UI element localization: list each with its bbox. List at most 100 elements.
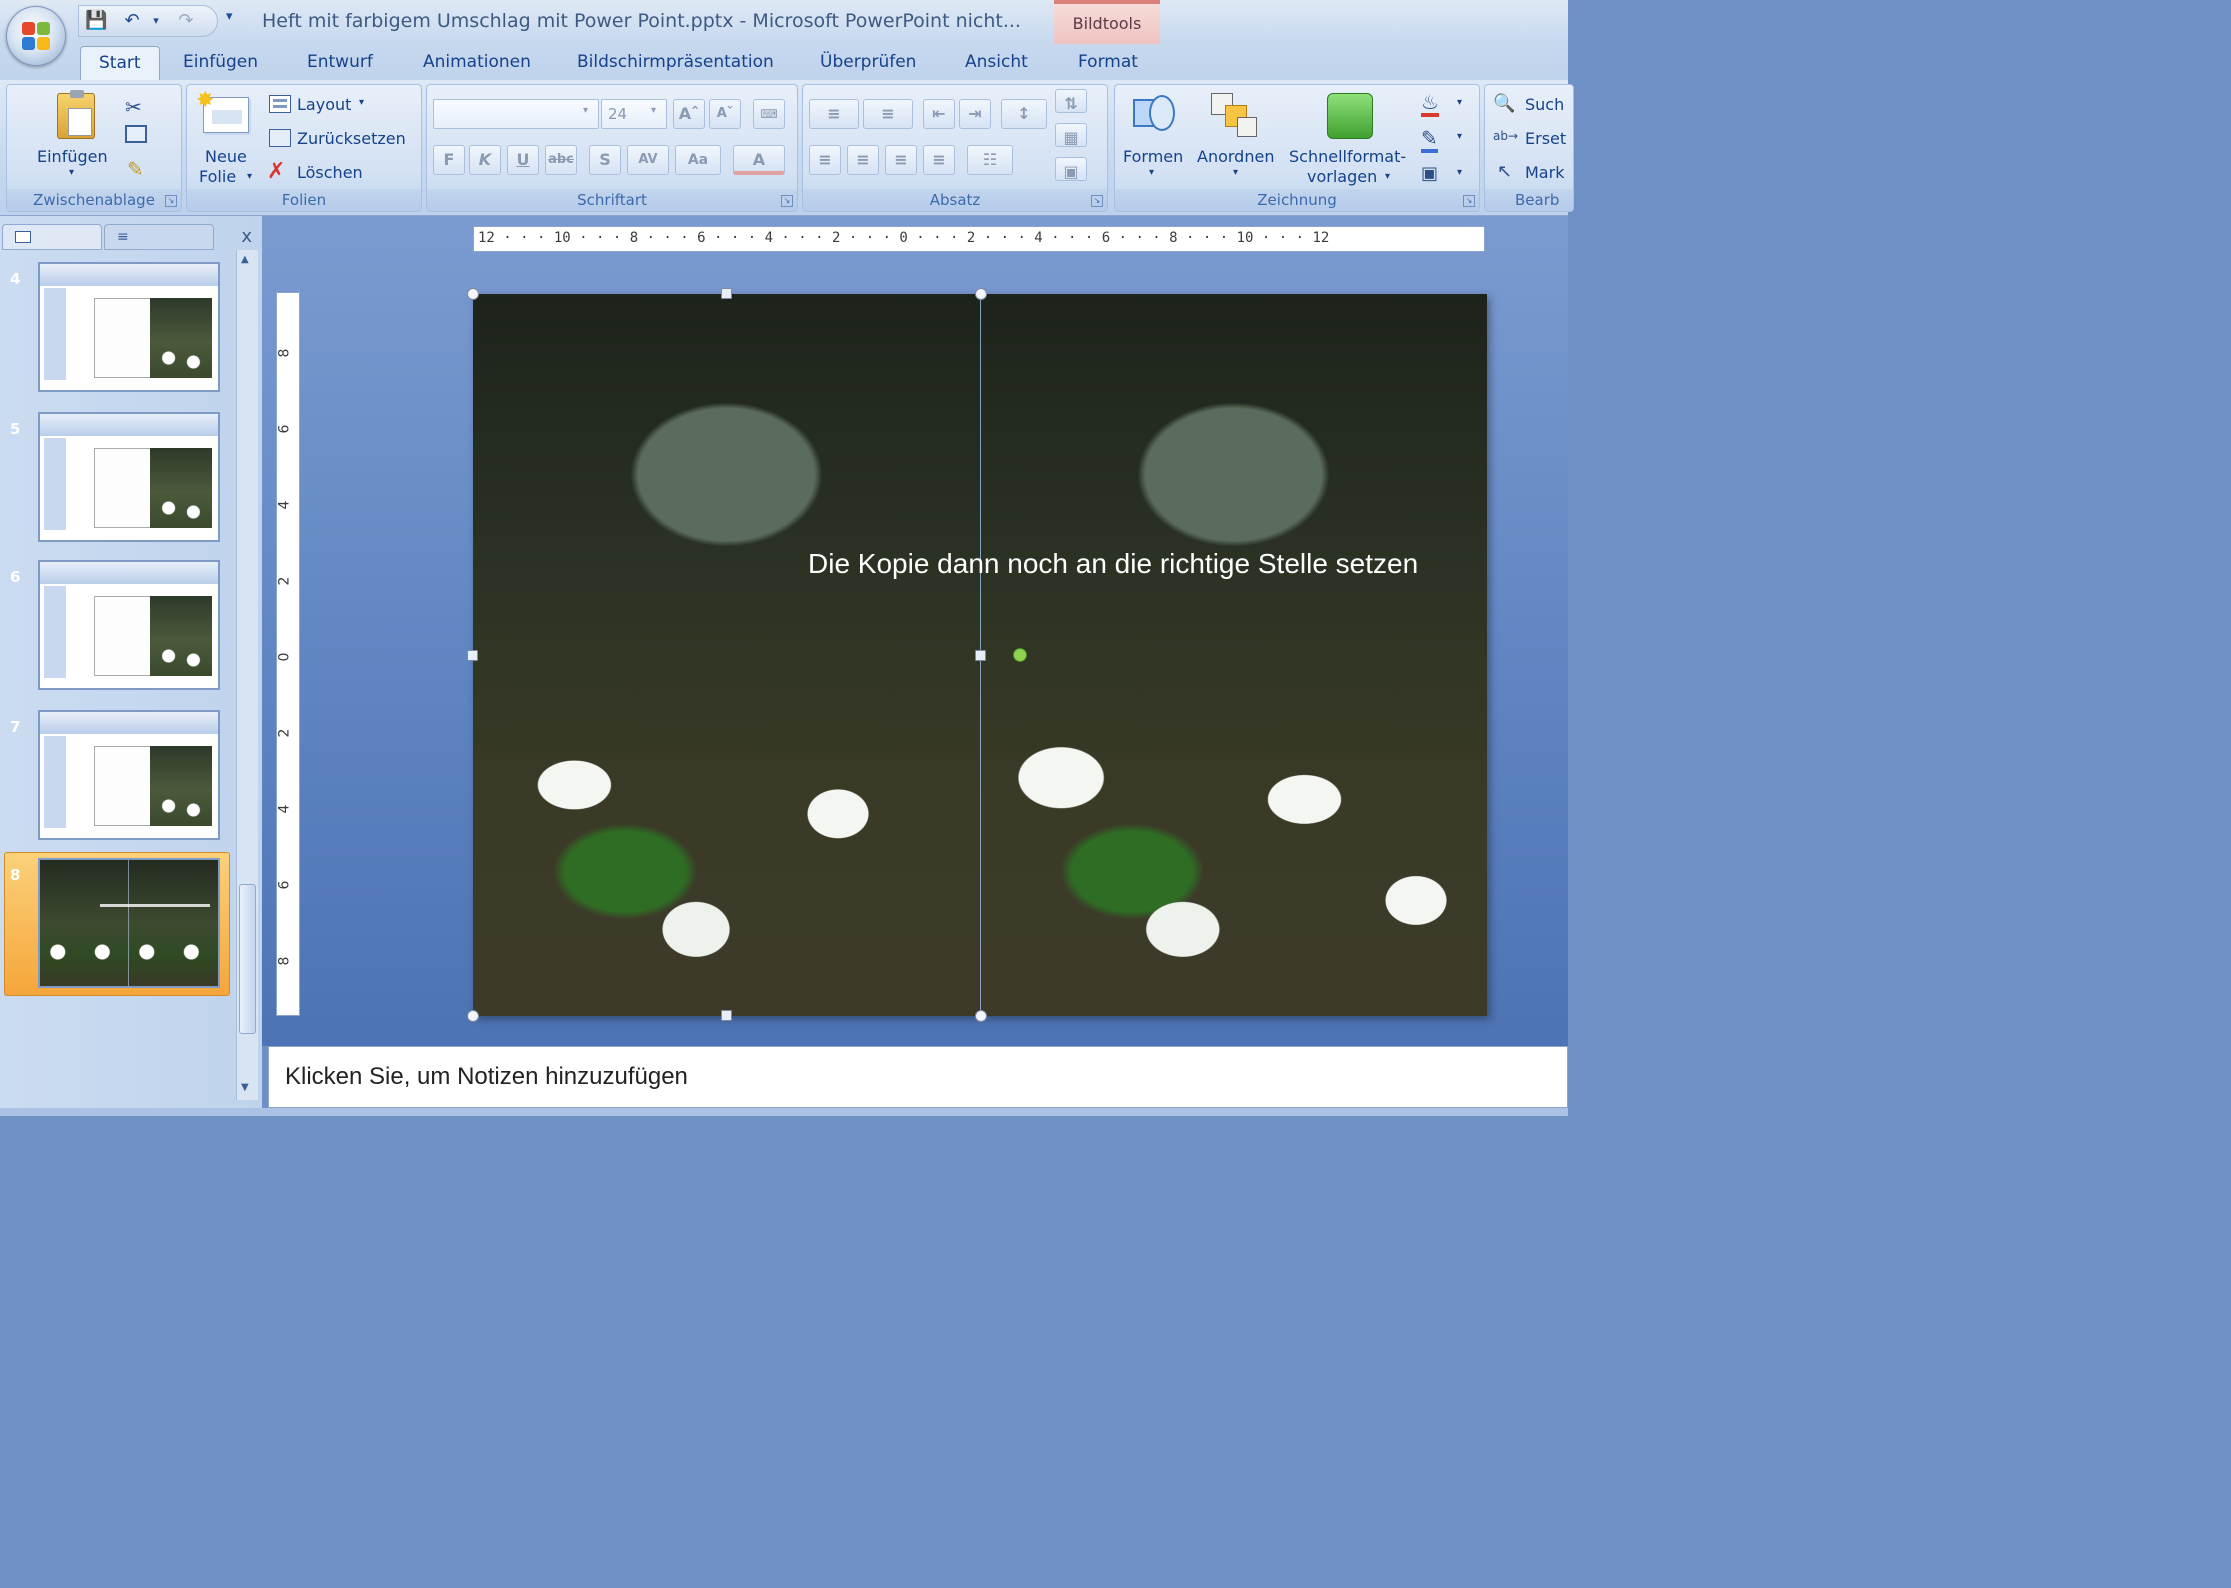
find-button[interactable]: Such <box>1525 95 1564 114</box>
strikethrough-button[interactable]: abc <box>545 145 577 175</box>
notes-pane[interactable]: Klicken Sie, um Notizen hinzuzufügen <box>268 1046 1568 1108</box>
shape-outline-icon[interactable]: ✎ <box>1421 127 1438 153</box>
shape-effects-dropdown-icon[interactable]: ▾ <box>1457 167 1462 178</box>
numbering-icon[interactable]: ≡ <box>863 99 913 129</box>
paste-dropdown-icon[interactable]: ▾ <box>69 167 74 178</box>
justify-icon[interactable]: ≡ <box>923 145 955 175</box>
bullets-icon[interactable]: ≡ <box>809 99 859 129</box>
slide-thumbnail[interactable] <box>38 262 220 392</box>
clipboard-launcher-icon[interactable]: ↘ <box>165 195 177 207</box>
replace-icon[interactable]: ab→ <box>1493 129 1518 143</box>
quick-styles-dropdown-icon[interactable]: ▾ <box>1385 171 1390 182</box>
character-spacing-button[interactable]: AV <box>627 145 669 175</box>
bold-button[interactable]: F <box>433 145 465 175</box>
tab-ansicht[interactable]: Ansicht <box>965 52 1028 72</box>
shrink-font-icon[interactable]: Aˇ <box>709 99 741 129</box>
smartart-icon[interactable]: ▣ <box>1055 157 1087 181</box>
shapes-icon[interactable] <box>1133 95 1177 135</box>
clear-formatting-icon[interactable]: ⌨ <box>753 99 785 129</box>
customize-qat-icon[interactable]: ▾ <box>226 9 233 24</box>
scroll-down-icon[interactable]: ▼ <box>241 1082 249 1093</box>
layout-dropdown-icon[interactable]: ▾ <box>359 97 364 108</box>
decrease-indent-icon[interactable]: ⇤ <box>923 99 955 129</box>
tab-entwurf[interactable]: Entwurf <box>307 52 373 72</box>
tab-ueberpruefen[interactable]: Überprüfen <box>820 52 916 72</box>
copy-icon[interactable] <box>125 125 147 143</box>
resize-handle[interactable] <box>975 650 986 661</box>
increase-indent-icon[interactable]: ⇥ <box>959 99 991 129</box>
shapes-dropdown-icon[interactable]: ▾ <box>1149 167 1154 178</box>
resize-handle[interactable] <box>721 288 732 299</box>
shape-outline-dropdown-icon[interactable]: ▾ <box>1457 131 1462 142</box>
slides-pane-scrollbar[interactable]: ▲ ▼ <box>236 250 258 1100</box>
shape-fill-icon[interactable]: ♨ <box>1421 91 1439 117</box>
paste-icon[interactable] <box>57 90 95 139</box>
tab-einfuegen[interactable]: Einfügen <box>183 52 258 72</box>
underline-button[interactable]: U <box>507 145 539 175</box>
format-painter-icon[interactable]: ✎ <box>127 157 144 181</box>
columns-icon[interactable]: ☷ <box>967 145 1013 175</box>
font-size-dropdown-icon[interactable]: ▾ <box>651 105 656 116</box>
office-button[interactable] <box>6 6 66 66</box>
shadow-button[interactable]: S <box>589 145 621 175</box>
font-launcher-icon[interactable]: ↘ <box>781 195 793 207</box>
shape-effects-icon[interactable]: ▣ <box>1421 163 1438 184</box>
select-icon[interactable]: ↖ <box>1497 161 1512 182</box>
quick-styles-icon[interactable] <box>1327 93 1373 139</box>
shape-fill-dropdown-icon[interactable]: ▾ <box>1457 97 1462 108</box>
font-name-combo[interactable] <box>433 99 599 129</box>
quick-styles-label-1[interactable]: Schnellformat- <box>1289 147 1406 166</box>
resize-handle[interactable] <box>975 288 987 300</box>
new-slide-label-1[interactable]: Neue <box>205 147 247 166</box>
slide-thumbnail[interactable] <box>38 412 220 542</box>
quick-styles-label-2[interactable]: vorlagen <box>1307 167 1377 186</box>
tab-bildschirmpraesentation[interactable]: Bildschirmpräsentation <box>577 52 774 72</box>
slide-thumbnail[interactable] <box>38 710 220 840</box>
delete-button[interactable]: Löschen <box>297 163 363 182</box>
arrange-dropdown-icon[interactable]: ▾ <box>1233 167 1238 178</box>
scrollbar-thumb[interactable] <box>239 884 256 1034</box>
change-case-button[interactable]: Aa <box>675 145 721 175</box>
resize-handle[interactable] <box>467 288 479 300</box>
resize-handle[interactable] <box>721 1010 732 1021</box>
undo-icon[interactable]: ↶ <box>121 10 143 32</box>
arrange-icon[interactable] <box>1211 93 1259 137</box>
replace-button[interactable]: Erset <box>1525 129 1566 148</box>
redo-icon[interactable]: ↷ <box>175 10 197 32</box>
align-text-icon[interactable]: ▦ <box>1055 123 1087 147</box>
align-left-icon[interactable]: ≡ <box>809 145 841 175</box>
align-right-icon[interactable]: ≡ <box>885 145 917 175</box>
align-center-icon[interactable]: ≡ <box>847 145 879 175</box>
select-button[interactable]: Mark <box>1525 163 1564 182</box>
italic-button[interactable]: K <box>469 145 501 175</box>
rotation-handle[interactable] <box>1013 648 1027 662</box>
reset-button[interactable]: Zurücksetzen <box>297 129 406 148</box>
text-direction-icon[interactable]: ⇅ <box>1055 89 1087 113</box>
new-slide-dropdown-icon[interactable]: ▾ <box>247 171 252 182</box>
save-icon[interactable]: 💾 <box>85 10 107 32</box>
paste-button[interactable]: Einfügen <box>37 147 108 166</box>
arrange-button[interactable]: Anordnen <box>1197 147 1274 166</box>
slides-tab[interactable] <box>2 224 102 250</box>
resize-handle[interactable] <box>975 1010 987 1022</box>
tab-start[interactable]: Start <box>80 46 160 82</box>
new-slide-icon[interactable]: ✸ <box>196 88 249 133</box>
font-name-dropdown-icon[interactable]: ▾ <box>583 105 588 116</box>
font-size-combo[interactable]: 24 <box>601 99 667 129</box>
new-slide-label-2[interactable]: Folie <box>199 167 236 186</box>
cut-icon[interactable]: ✂ <box>125 95 142 119</box>
slide-thumbnail-selected[interactable] <box>38 858 220 988</box>
drawing-launcher-icon[interactable]: ↘ <box>1463 195 1475 207</box>
slide-thumbnail[interactable] <box>38 560 220 690</box>
undo-dropdown-icon[interactable]: ▾ <box>145 10 167 32</box>
font-color-button[interactable]: A <box>733 145 785 175</box>
resize-handle[interactable] <box>467 650 478 661</box>
layout-button[interactable]: Layout <box>297 95 351 114</box>
paragraph-launcher-icon[interactable]: ↘ <box>1091 195 1103 207</box>
close-pane-icon[interactable]: x <box>241 226 252 247</box>
notes-placeholder[interactable]: Klicken Sie, um Notizen hinzuzufügen <box>285 1063 688 1091</box>
tab-animationen[interactable]: Animationen <box>423 52 531 72</box>
grow-font-icon[interactable]: Aˆ <box>673 99 705 129</box>
find-icon[interactable]: 🔍 <box>1493 93 1515 114</box>
slide-caption-text[interactable]: Die Kopie dann noch an die richtige Stel… <box>808 548 1418 580</box>
